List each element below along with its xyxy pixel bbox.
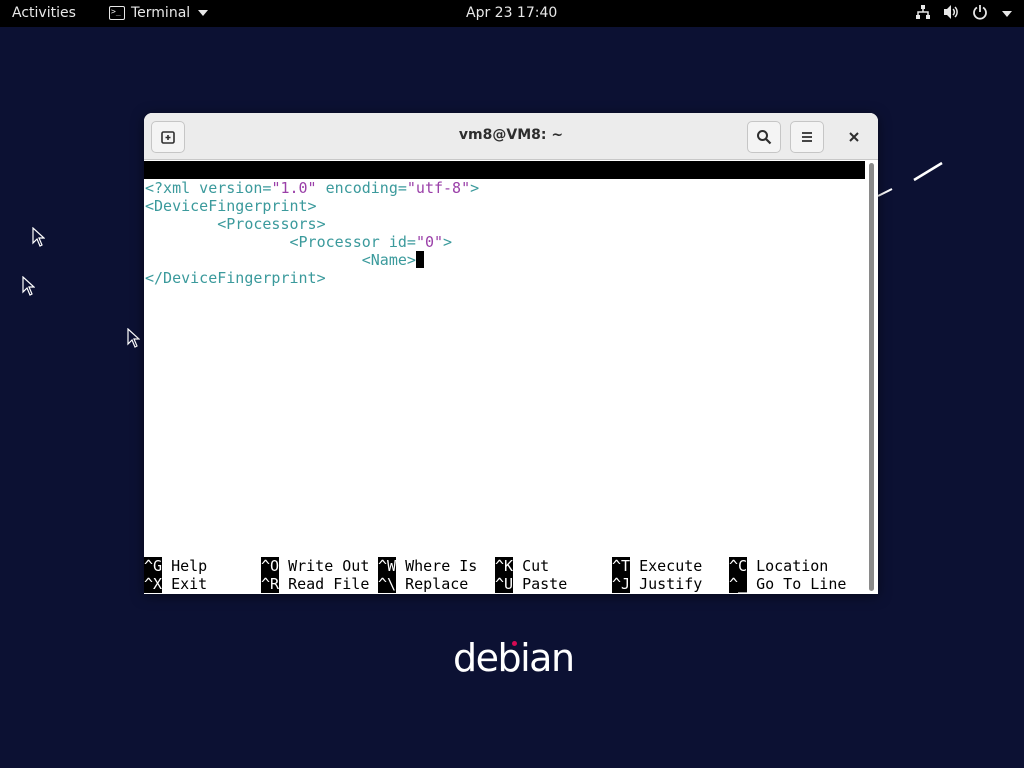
shortcut-key: ^\ <box>378 575 397 593</box>
shortcut-label: Where Is <box>396 557 478 575</box>
terminal-content[interactable]: GNU nano 5.4 devicefingerprint.xml * <?x… <box>144 161 865 594</box>
code-token: "0" <box>415 233 444 251</box>
shortcut-key: ^_ <box>729 575 748 593</box>
app-menu-label: Terminal <box>131 5 191 21</box>
wallpaper-streak <box>877 160 944 204</box>
shortcut-item: ^J Justify <box>612 575 702 593</box>
terminal-icon: >_ <box>109 6 125 20</box>
close-button[interactable] <box>837 121 871 153</box>
code-token: <Name> <box>361 251 416 269</box>
chevron-down-icon <box>198 10 209 16</box>
network-icon <box>915 4 931 24</box>
close-icon <box>849 132 859 142</box>
hamburger-menu-icon <box>802 132 812 142</box>
shortcut-item: ^R Read File <box>261 575 369 593</box>
shortcut-label: Read File <box>279 575 370 593</box>
text-cursor <box>415 251 424 268</box>
shortcut-key: ^G <box>144 557 163 575</box>
shortcut-label: Paste <box>513 575 568 593</box>
scrollbar-thumb[interactable] <box>869 163 874 591</box>
shortcut-label: Go To Line <box>747 575 847 593</box>
shortcut-key: ^R <box>261 575 280 593</box>
code-token: <?xml version= <box>145 179 272 197</box>
code-token: > <box>443 233 453 251</box>
top-bar: Activities >_ Terminal Apr 23 17:40 <box>0 0 1024 27</box>
editor-line: </DeviceFingerprint> <box>145 269 326 287</box>
shortcut-key: ^O <box>261 557 280 575</box>
code-token: <DeviceFingerprint> <box>145 197 317 215</box>
scrollbar[interactable] <box>865 161 878 594</box>
system-tray[interactable] <box>915 4 1012 24</box>
shortcut-key: ^J <box>612 575 631 593</box>
shortcut-item: ^_ Go To Line <box>729 575 846 593</box>
shortcut-item: ^X Exit <box>144 575 207 593</box>
editor-line: <Name> <box>145 251 424 269</box>
editor-line: <Processor id="0"> <box>145 233 453 251</box>
code-token: </DeviceFingerprint> <box>145 269 326 287</box>
clock[interactable]: Apr 23 17:40 <box>466 5 557 21</box>
search-icon <box>757 130 772 145</box>
code-token: > <box>470 179 480 197</box>
code-token: <Processors> <box>217 215 326 233</box>
editor-line: <DeviceFingerprint> <box>145 197 317 215</box>
shortcut-item: ^\ Replace <box>378 575 468 593</box>
volume-icon <box>943 4 960 24</box>
search-button[interactable] <box>747 121 781 153</box>
shortcut-label: Exit <box>162 575 208 593</box>
nano-titlebar: GNU nano 5.4 devicefingerprint.xml * <box>144 161 865 215</box>
window-headerbar[interactable]: vm8@VM8: ~ <box>144 113 878 160</box>
shortcut-key: ^T <box>612 557 631 575</box>
shortcut-item: ^C Location <box>729 557 828 575</box>
shortcut-key: ^C <box>729 557 748 575</box>
power-icon <box>972 4 988 24</box>
shortcut-key: ^X <box>144 575 163 593</box>
shortcut-key: ^U <box>495 575 514 593</box>
shortcut-label: Help <box>162 557 208 575</box>
app-menu[interactable]: >_ Terminal <box>109 5 209 21</box>
terminal-window: vm8@VM8: ~ GNU nano 5.4 devicefingerprin… <box>144 113 878 594</box>
shortcut-label: Write Out <box>279 557 370 575</box>
activities-button[interactable]: Activities <box>12 5 76 21</box>
code-token: "1.0" <box>271 179 317 197</box>
chevron-down-icon <box>1002 11 1012 17</box>
shortcut-item: ^K Cut <box>495 557 549 575</box>
code-token: "utf-8" <box>406 179 471 197</box>
shortcut-key: ^K <box>495 557 514 575</box>
shortcut-item: ^U Paste <box>495 575 567 593</box>
shortcut-label: Justify <box>630 575 703 593</box>
nano-filename: devicefingerprint.xml * <box>432 197 640 215</box>
shortcut-label: Replace <box>396 575 469 593</box>
debian-logo-dot <box>512 641 517 646</box>
shortcut-label: Location <box>747 557 829 575</box>
shortcut-item: ^T Execute <box>612 557 702 575</box>
editor-line: <?xml version="1.0" encoding="utf-8"> <box>145 179 479 197</box>
shortcut-label: Cut <box>513 557 550 575</box>
shortcut-label: Execute <box>630 557 703 575</box>
editor-line: <Processors> <box>145 215 326 233</box>
shortcut-key: ^W <box>378 557 397 575</box>
menu-button[interactable] <box>790 121 824 153</box>
shortcut-item: ^G Help <box>144 557 207 575</box>
shortcut-item: ^W Where Is <box>378 557 477 575</box>
shortcut-item: ^O Write Out <box>261 557 369 575</box>
code-token: encoding= <box>316 179 407 197</box>
code-token: <Processor id= <box>289 233 416 251</box>
